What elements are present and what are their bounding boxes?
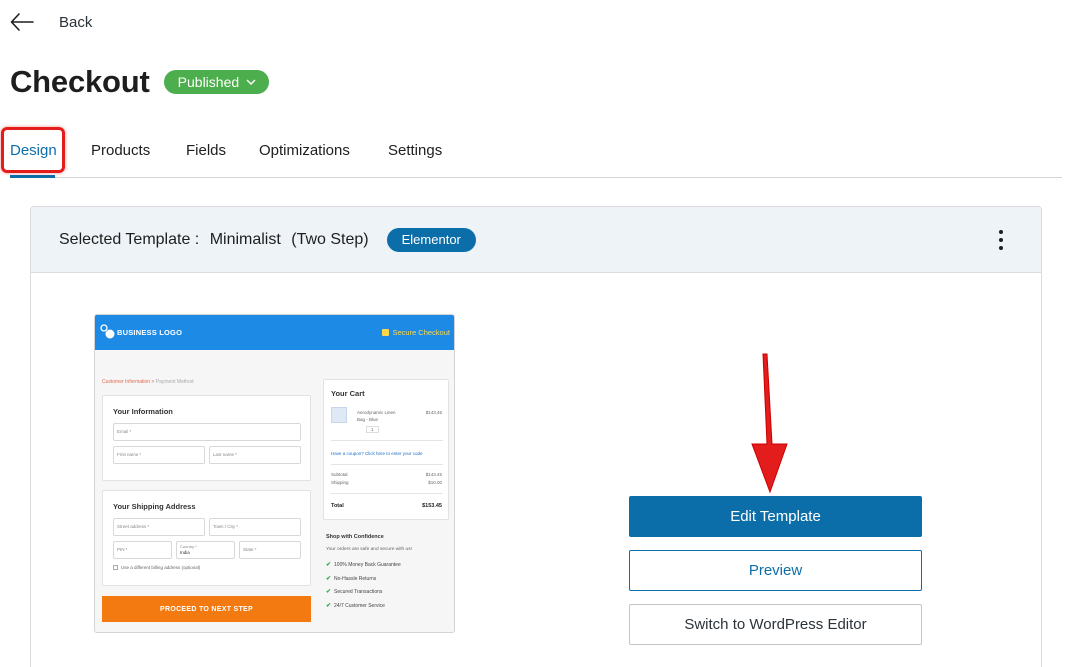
status-dropdown[interactable]: Published (163, 70, 270, 94)
preview-cart-box: Your Cart Aerodynamic Linen Bag - Blue $… (323, 379, 449, 520)
page-title: Checkout (10, 64, 150, 99)
preview-street-field: Street address * (113, 518, 205, 536)
preview-shipping-value: $10.00 (428, 480, 442, 485)
preview-info-heading: Your Information (113, 407, 173, 416)
preview-product-variant: Bag - Blue (357, 417, 379, 422)
preview-shipping-box: Your Shipping Address Street address * T… (102, 490, 311, 586)
template-preview-thumbnail: BUSINESS LOGO Secure Checkout Customer I… (94, 314, 455, 633)
product-thumbnail (331, 407, 347, 423)
preview-shipping-label: Shipping (331, 480, 349, 485)
edit-template-button[interactable]: Edit Template (629, 496, 922, 537)
preview-pin-field: PIN * (113, 541, 172, 559)
preview-product-name: Aerodynamic Linen (357, 410, 396, 415)
back-link[interactable]: Back (10, 10, 92, 34)
lock-icon (382, 329, 390, 336)
preview-breadcrumb: Customer Information > Payment Method (102, 379, 194, 385)
template-name: Minimalist (209, 230, 281, 248)
template-card-header: Selected Template : Minimalist (Two Step… (31, 207, 1041, 273)
preview-guarantee-item: ✔ No-Hassle Returns (326, 576, 377, 582)
preview-billing-checkbox: Use a different billing address (optiona… (113, 565, 201, 571)
tab-optimizations[interactable]: Optimizations (259, 142, 350, 159)
preview-secure: Secure Checkout (382, 328, 450, 337)
preview-total-value: $153.45 (422, 503, 442, 509)
tab-settings[interactable]: Settings (388, 142, 442, 159)
preview-header-bar: BUSINESS LOGO Secure Checkout (95, 315, 454, 350)
preview-email-field: Email * (113, 423, 301, 441)
back-label[interactable]: Back (59, 14, 92, 31)
preview-total-label: Total (331, 503, 344, 509)
preview-product-price: $143.45 (425, 410, 442, 415)
preview-confidence-sub: Your orders are safe and secure with us! (326, 547, 412, 552)
preview-info-box: Your Information Email * First name * La… (102, 395, 311, 481)
status-label: Published (177, 74, 240, 90)
preview-state-field: State * (239, 541, 301, 559)
tab-fields[interactable]: Fields (186, 142, 226, 159)
preview-breadcrumb-active: Customer Information (102, 379, 151, 385)
preview-confidence-heading: Shop with Confidence (326, 534, 384, 540)
template-variant: (Two Step) (291, 230, 369, 248)
selected-template-text: Selected Template : Minimalist (Two Step… (59, 231, 375, 249)
arrow-left-icon[interactable] (10, 10, 34, 34)
chevron-down-icon (246, 79, 256, 85)
tab-products[interactable]: Products (91, 142, 150, 159)
preview-breadcrumb-next: Payment Method (155, 379, 194, 385)
logo-icon (100, 324, 115, 339)
preview-subtotal-value: $143.45 (425, 472, 442, 477)
preview-guarantee-item: ✔ 24/7 Customer Service (326, 603, 385, 609)
preview-coupon-link: Have a coupon? Click here to enter your … (331, 451, 423, 456)
preview-country-field: Country * India (176, 541, 235, 559)
preview-logo-text: BUSINESS LOGO (117, 328, 183, 337)
builder-badge: Elementor (386, 227, 476, 252)
preview-qty: 1 (366, 426, 379, 433)
tab-design[interactable]: Design (10, 142, 57, 159)
preview-town-field: Town / City * (209, 518, 301, 536)
preview-first-name-field: First name * (113, 446, 205, 464)
red-arrow-annotation (751, 353, 788, 494)
preview-subtotal-label: Subtotal (331, 472, 348, 477)
tab-bar: Design Products Fields Optimizations Set… (10, 138, 1062, 178)
more-options-icon[interactable] (997, 230, 1005, 250)
selected-template-label: Selected Template : (59, 230, 200, 248)
preview-last-name-field: Last name * (209, 446, 301, 464)
preview-country-value: India (180, 550, 190, 555)
preview-billing-label: Use a different billing address (optiona… (121, 565, 201, 570)
switch-editor-button[interactable]: Switch to WordPress Editor (629, 604, 922, 645)
preview-button[interactable]: Preview (629, 550, 922, 591)
preview-breadcrumb-sep: > (151, 379, 155, 385)
preview-cart-heading: Your Cart (331, 389, 365, 398)
preview-guarantee-item: ✔ Secured Transactions (326, 589, 383, 595)
preview-guarantee-item: ✔ 100% Money Back Guarantee (326, 562, 401, 568)
active-tab-indicator (10, 175, 55, 178)
page-header: Checkout Published (10, 64, 270, 100)
preview-proceed-button: PROCEED TO NEXT STEP (102, 596, 311, 622)
preview-secure-label: Secure Checkout (392, 328, 450, 337)
preview-shipping-heading: Your Shipping Address (113, 502, 196, 511)
